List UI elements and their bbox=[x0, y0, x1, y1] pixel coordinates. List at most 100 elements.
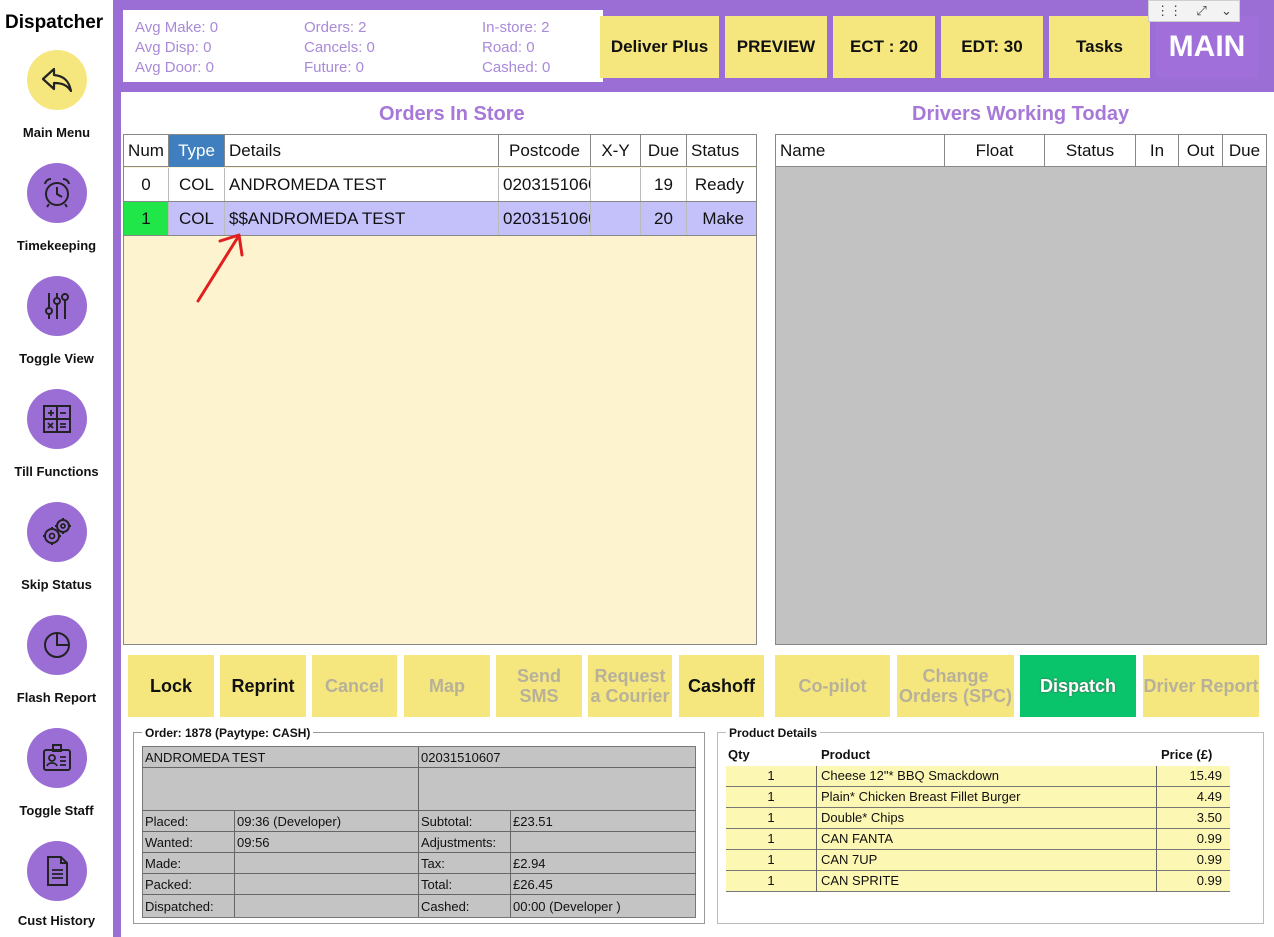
cell-xy bbox=[591, 168, 641, 201]
cell-postcode: 0203151060 bbox=[499, 202, 591, 235]
cell-status: Ready bbox=[694, 174, 744, 194]
ect-button[interactable]: ECT : 20 bbox=[833, 16, 935, 78]
stat-cancels: Cancels: 0 bbox=[304, 39, 375, 56]
sidebar-item-label: Cust History bbox=[17, 913, 96, 928]
sidebar-item-main-menu[interactable]: Main Menu bbox=[0, 50, 113, 160]
sidebar-item-flash-report[interactable]: Flash Report bbox=[0, 615, 113, 725]
list-item[interactable]: 1 CAN SPRITE 0.99 bbox=[726, 871, 1230, 892]
product-price: 0.99 bbox=[1196, 873, 1222, 888]
chevron-down-icon[interactable]: ⌄ bbox=[1221, 3, 1232, 19]
reprint-button[interactable]: Reprint bbox=[220, 655, 306, 717]
drag-handle-icon[interactable]: ⋮⋮ bbox=[1156, 3, 1182, 19]
product-details-group: Product Details Qty Product Price (£) 1 … bbox=[717, 726, 1264, 924]
product-price: 0.99 bbox=[1196, 831, 1222, 846]
qty-header: Qty bbox=[728, 747, 750, 762]
sidebar-item-label: Toggle View bbox=[19, 351, 94, 366]
edt-button[interactable]: EDT: 30 bbox=[941, 16, 1043, 78]
sidebar-item-label: Timekeeping bbox=[16, 238, 97, 253]
product-price: 3.50 bbox=[1196, 810, 1222, 825]
column-header-num[interactable]: Num bbox=[124, 135, 169, 167]
change-orders-button[interactable]: Change Orders (SPC) bbox=[897, 655, 1014, 717]
tax-value: £2.94 bbox=[511, 853, 696, 874]
column-header-in[interactable]: In bbox=[1136, 135, 1179, 167]
id-badge-icon bbox=[27, 728, 87, 788]
list-item[interactable]: 1 Cheese 12"* BBQ Smackdown 15.49 bbox=[726, 766, 1230, 787]
sidebar-item-label: Main Menu bbox=[22, 125, 91, 140]
sidebar-item-toggle-view[interactable]: Toggle View bbox=[0, 276, 113, 386]
list-item[interactable]: 1 CAN 7UP 0.99 bbox=[726, 850, 1230, 871]
back-arrow-icon bbox=[27, 50, 87, 110]
stat-road: Road: 0 bbox=[482, 39, 535, 56]
cell-status: Make bbox=[702, 208, 744, 228]
sidebar-item-skip-status[interactable]: Skip Status bbox=[0, 502, 113, 612]
tasks-button[interactable]: Tasks bbox=[1049, 16, 1150, 78]
made-value bbox=[235, 853, 419, 874]
adjustments-value bbox=[511, 832, 696, 853]
price-header: Price (£) bbox=[1161, 747, 1213, 762]
packed-label: Packed: bbox=[143, 874, 235, 895]
product-qty: 1 bbox=[767, 789, 775, 804]
list-item[interactable]: 1 CAN FANTA 0.99 bbox=[726, 829, 1230, 850]
wanted-label: Wanted: bbox=[143, 832, 235, 853]
column-header-postcode[interactable]: Postcode bbox=[499, 135, 591, 167]
stats-panel: Avg Make: 0 Avg Disp: 0 Avg Door: 0 Orde… bbox=[123, 10, 603, 82]
column-header-type[interactable]: Type bbox=[169, 135, 225, 167]
column-header-out[interactable]: Out bbox=[1179, 135, 1223, 167]
main-button[interactable]: MAIN bbox=[1156, 16, 1258, 78]
drivers-table: Name Float Status In Out Due bbox=[775, 134, 1267, 645]
table-row[interactable]: 0 COL ANDROMEDA TEST 0203151060 19 Ready bbox=[124, 168, 756, 202]
adjustments-label: Adjustments: bbox=[419, 832, 511, 853]
sidebar-item-toggle-staff[interactable]: Toggle Staff bbox=[0, 728, 113, 838]
expand-icon[interactable]: ⤢ bbox=[1196, 3, 1206, 19]
column-header-xy[interactable]: X-Y bbox=[591, 135, 641, 167]
product-price: 15.49 bbox=[1189, 768, 1222, 783]
column-header-float[interactable]: Float bbox=[945, 135, 1045, 167]
column-header-driver-status[interactable]: Status bbox=[1045, 135, 1136, 167]
product-qty: 1 bbox=[767, 852, 775, 867]
sliders-icon bbox=[27, 276, 87, 336]
stat-avg-make: Avg Make: 0 bbox=[135, 19, 219, 36]
customer-name: ANDROMEDA TEST bbox=[143, 747, 419, 768]
dispatched-label: Dispatched: bbox=[143, 895, 235, 917]
product-header: Product bbox=[821, 747, 871, 762]
cashoff-button[interactable]: Cashoff bbox=[679, 655, 764, 717]
lock-button[interactable]: Lock bbox=[128, 655, 214, 717]
column-header-details[interactable]: Details bbox=[225, 135, 499, 167]
preview-button[interactable]: PREVIEW bbox=[725, 16, 827, 78]
list-item[interactable]: 1 Double* Chips 3.50 bbox=[726, 808, 1230, 829]
cell-details: ANDROMEDA TEST bbox=[225, 168, 499, 201]
column-header-driver-due[interactable]: Due bbox=[1223, 135, 1266, 167]
window-controls: ⋮⋮ ⤢ ⌄ bbox=[1148, 0, 1240, 22]
send-sms-button[interactable]: Send SMS bbox=[496, 655, 582, 717]
main-frame: Avg Make: 0 Avg Disp: 0 Avg Door: 0 Orde… bbox=[113, 0, 1274, 937]
column-header-due[interactable]: Due bbox=[641, 135, 687, 167]
sidebar-item-till-functions[interactable]: Till Functions bbox=[0, 389, 113, 499]
cell-xy bbox=[591, 202, 641, 235]
copilot-button[interactable]: Co-pilot bbox=[775, 655, 890, 717]
product-name: CAN 7UP bbox=[821, 852, 878, 867]
dispatch-button[interactable]: Dispatch bbox=[1020, 655, 1136, 717]
placed-label: Placed: bbox=[143, 811, 235, 832]
cell-type: COL bbox=[169, 168, 225, 201]
product-qty: 1 bbox=[767, 768, 775, 783]
driver-report-button[interactable]: Driver Report bbox=[1143, 655, 1259, 717]
sidebar-item-cust-history[interactable]: Cust History bbox=[0, 841, 113, 937]
stat-orders: Orders: 2 bbox=[304, 19, 367, 36]
product-details-legend: Product Details bbox=[726, 726, 821, 740]
cell-num: 0 bbox=[124, 168, 169, 201]
deliver-plus-button[interactable]: Deliver Plus bbox=[600, 16, 719, 78]
gears-icon bbox=[27, 502, 87, 562]
address-cell bbox=[143, 768, 419, 811]
column-header-status[interactable]: Status bbox=[687, 135, 756, 167]
sidebar-item-label: Skip Status bbox=[21, 577, 92, 592]
cancel-button[interactable]: Cancel bbox=[312, 655, 397, 717]
request-courier-button[interactable]: Request a Courier bbox=[588, 655, 672, 717]
column-header-name[interactable]: Name bbox=[776, 135, 945, 167]
order-details-grid: ANDROMEDA TEST 02031510607 Placed: 09:36… bbox=[142, 746, 696, 918]
map-button[interactable]: Map bbox=[404, 655, 490, 717]
sidebar-item-timekeeping[interactable]: Timekeeping bbox=[0, 163, 113, 273]
list-item[interactable]: 1 Plain* Chicken Breast Fillet Burger 4.… bbox=[726, 787, 1230, 808]
cashed-label: Cashed: bbox=[419, 895, 511, 917]
dispatcher-window: Dispatcher Main Menu Timekeeping Toggle … bbox=[0, 0, 1274, 937]
total-value: £26.45 bbox=[511, 874, 696, 895]
